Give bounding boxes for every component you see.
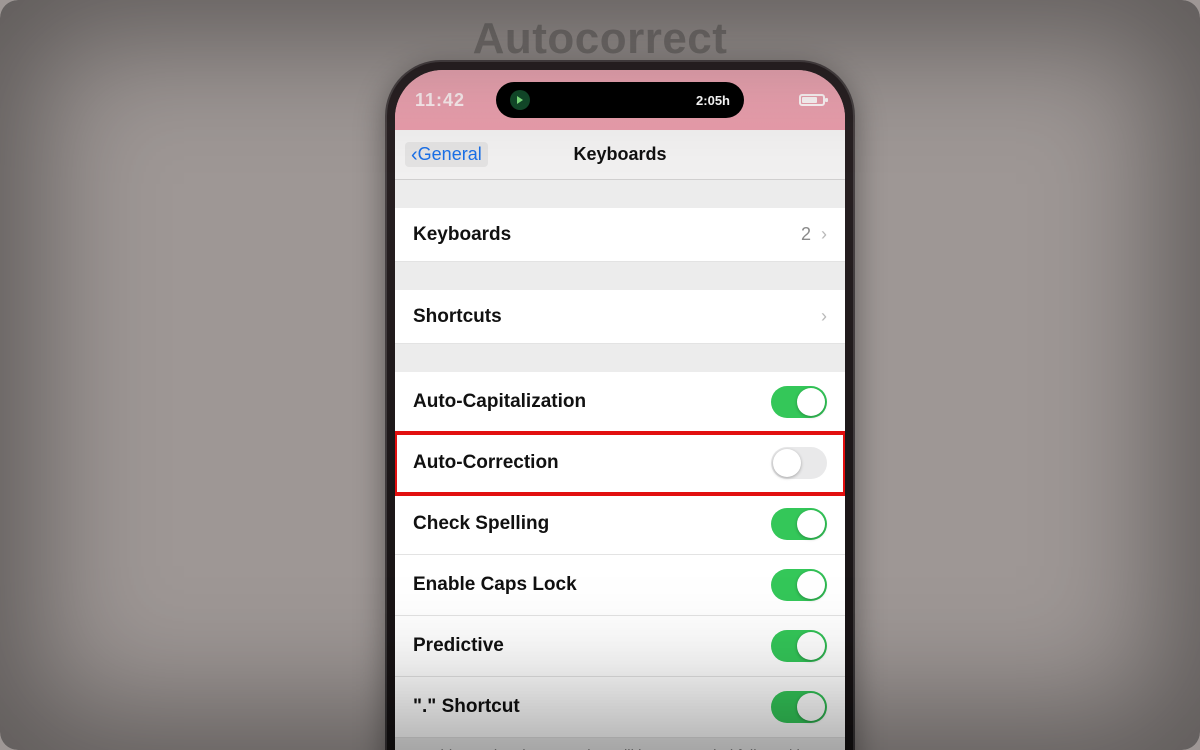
- row-dot-shortcut[interactable]: "." Shortcut: [395, 677, 845, 738]
- section-gap: [395, 344, 845, 372]
- row-label: "." Shortcut: [413, 696, 520, 718]
- row-value: 2: [801, 224, 811, 245]
- section-gap: [395, 262, 845, 290]
- chevron-left-icon: ‹: [411, 145, 418, 165]
- section-footer: Double tapping the space bar will insert…: [395, 738, 845, 750]
- battery-icon: [799, 94, 825, 106]
- row-check-spelling[interactable]: Check Spelling: [395, 494, 845, 555]
- back-label: General: [418, 144, 482, 165]
- row-label: Enable Caps Lock: [413, 574, 577, 596]
- dynamic-island: 2:05h: [496, 82, 744, 118]
- toggle-dot-shortcut[interactable]: [771, 691, 827, 723]
- chevron-right-icon: ›: [821, 306, 827, 327]
- status-bar: 11:42 2:05h: [395, 70, 845, 130]
- toggle-predictive[interactable]: [771, 630, 827, 662]
- stage: Autocorrect 11:42 2:05h ‹ General Keyboa…: [0, 0, 1200, 750]
- row-auto-correction[interactable]: Auto-Correction: [395, 433, 845, 494]
- phone-screen: 11:42 2:05h ‹ General Keyboards: [395, 70, 845, 750]
- chevron-right-icon: ›: [821, 224, 827, 245]
- back-button[interactable]: ‹ General: [405, 142, 488, 167]
- island-text: 2:05h: [696, 93, 730, 108]
- row-label: Auto-Capitalization: [413, 391, 586, 413]
- phone-frame: 11:42 2:05h ‹ General Keyboards: [385, 60, 855, 750]
- row-predictive[interactable]: Predictive: [395, 616, 845, 677]
- row-label: Predictive: [413, 635, 504, 657]
- row-label: Auto-Correction: [413, 452, 559, 474]
- row-enable-caps-lock[interactable]: Enable Caps Lock: [395, 555, 845, 616]
- settings-list: Keyboards 2 › Shortcuts › Auto: [395, 180, 845, 750]
- status-right: [799, 94, 825, 106]
- row-auto-capitalization[interactable]: Auto-Capitalization: [395, 372, 845, 433]
- page-heading: Autocorrect: [0, 14, 1200, 64]
- toggle-auto-capitalization[interactable]: [771, 386, 827, 418]
- section-gap: [395, 180, 845, 208]
- row-keyboards[interactable]: Keyboards 2 ›: [395, 208, 845, 262]
- toggle-auto-correction[interactable]: [771, 447, 827, 479]
- status-time: 11:42: [415, 90, 465, 111]
- row-label: Keyboards: [413, 224, 511, 246]
- row-shortcuts[interactable]: Shortcuts ›: [395, 290, 845, 344]
- toggle-caps-lock[interactable]: [771, 569, 827, 601]
- toggle-check-spelling[interactable]: [771, 508, 827, 540]
- play-icon: [510, 90, 530, 110]
- nav-bar: ‹ General Keyboards: [395, 130, 845, 180]
- row-label: Shortcuts: [413, 306, 502, 328]
- row-label: Check Spelling: [413, 513, 549, 535]
